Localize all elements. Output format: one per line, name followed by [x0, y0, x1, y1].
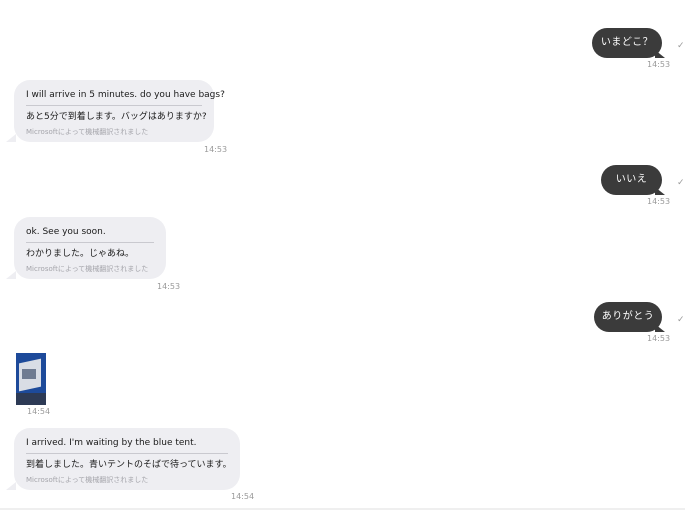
bubble-tail — [6, 482, 16, 490]
check-icon: ✓ — [677, 41, 685, 51]
timestamp: 14:53 — [647, 60, 671, 69]
translation-note: Microsoftによって機械翻訳されました — [26, 128, 149, 136]
check-icon: ✓ — [677, 315, 685, 325]
message-text: いいえ — [615, 174, 648, 185]
translation-note: Microsoftによって機械翻訳されました — [26, 265, 149, 273]
timestamp: 14:53 — [157, 282, 181, 291]
incoming-message-bubble[interactable]: I arrived. I'm waiting by the blue tent.… — [14, 428, 240, 490]
timestamp: 14:53 — [204, 145, 228, 154]
translated-text: 到着しました。青いテントのそばで待っています。 — [26, 460, 232, 470]
translated-text: あと5分で到着します。バッグはありますか? — [26, 112, 207, 122]
divider — [26, 453, 228, 454]
incoming-message-bubble[interactable]: ok. See you soon. わかりました。じゃあね。 Microsoft… — [14, 217, 166, 279]
photo-thumbnail[interactable] — [16, 353, 46, 405]
message-text: ありがとう — [601, 311, 655, 322]
bubble-tail — [655, 324, 665, 332]
original-text: ok. See you soon. — [26, 227, 106, 237]
timestamp: 14:54 — [231, 492, 255, 501]
check-icon: ✓ — [677, 178, 685, 188]
outgoing-message-bubble[interactable]: いまどこ？ — [592, 28, 662, 58]
bubble-tail — [6, 271, 16, 279]
divider — [26, 242, 154, 243]
timestamp: 14:53 — [647, 197, 671, 206]
outgoing-message-bubble[interactable]: ありがとう — [594, 302, 662, 332]
outgoing-message-bubble[interactable]: いいえ — [601, 165, 662, 195]
translated-text: わかりました。じゃあね。 — [26, 249, 135, 259]
message-text: いまどこ？ — [600, 37, 654, 48]
original-text: I will arrive in 5 minutes. do you have … — [26, 90, 225, 100]
bubble-tail — [6, 134, 16, 142]
timestamp: 14:53 — [647, 334, 671, 343]
divider — [26, 105, 202, 106]
original-text: I arrived. I'm waiting by the blue tent. — [26, 438, 197, 448]
timestamp: 14:54 — [27, 407, 51, 416]
translation-note: Microsoftによって機械翻訳されました — [26, 476, 149, 484]
bubble-tail — [655, 187, 665, 195]
bubble-tail — [655, 50, 665, 58]
incoming-message-bubble[interactable]: I will arrive in 5 minutes. do you have … — [14, 80, 225, 142]
